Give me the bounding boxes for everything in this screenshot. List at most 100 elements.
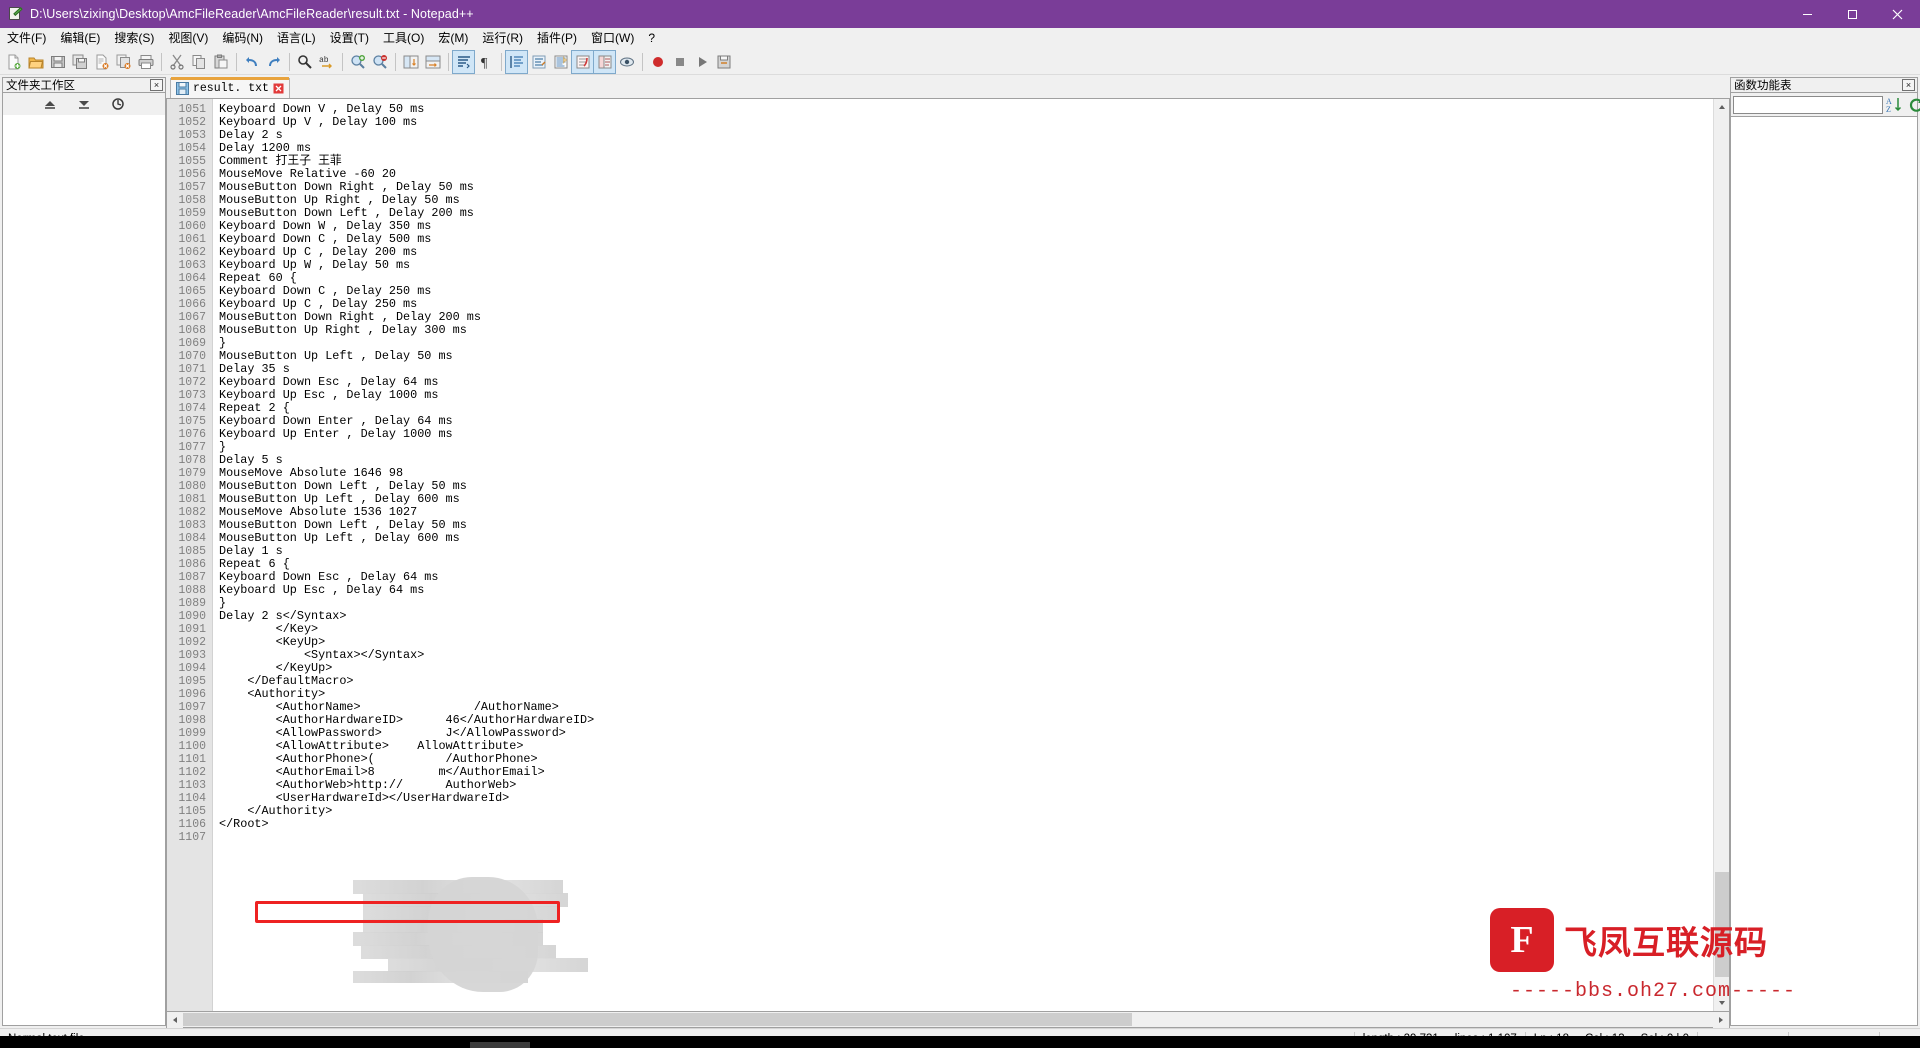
macro-stop-icon[interactable]: [669, 51, 690, 73]
menu-encoding[interactable]: 编码(N): [215, 29, 270, 48]
code-line: <Syntax></Syntax>: [219, 648, 425, 662]
scroll-right-arrow-icon[interactable]: [1713, 1012, 1729, 1028]
code-line: Keyboard Down V , Delay 50 ms: [219, 102, 425, 116]
redo-icon[interactable]: [263, 51, 284, 73]
scroll-up-arrow-icon[interactable]: [1713, 99, 1729, 115]
separator-7: [501, 52, 502, 71]
macro-record-icon[interactable]: [647, 51, 668, 73]
close-file-icon[interactable]: [91, 51, 112, 73]
sync-vertical-scroll-icon[interactable]: [400, 51, 421, 73]
code-line: </DefaultMacro>: [219, 674, 354, 688]
folder-workspace-title: 文件夹工作区: [6, 80, 75, 92]
macro-save-icon[interactable]: [713, 51, 734, 73]
separator-8: [642, 52, 643, 71]
editor-vertical-scrollbar[interactable]: [1713, 99, 1729, 1011]
horizontal-scroll-track[interactable]: [183, 1012, 1713, 1027]
folder-workspace-tree[interactable]: [2, 115, 166, 1026]
minimize-button[interactable]: [1785, 0, 1830, 28]
horizontal-scroll-thumb[interactable]: [183, 1013, 1132, 1026]
close-all-icon[interactable]: [113, 51, 134, 73]
svg-text:¶: ¶: [481, 56, 488, 70]
user-defined-language-icon[interactable]: [528, 51, 549, 73]
line-number-gutter: 1051 1052 1053 1054 1055 1056 1057 1058 1059 1060…: [167, 99, 213, 1011]
line-number: 1069: [178, 337, 206, 350]
refresh-workspace-icon[interactable]: [109, 95, 127, 113]
save-icon[interactable]: [47, 51, 68, 73]
main-toolbar: ab ¶: [0, 49, 1920, 75]
monitoring-icon[interactable]: [616, 51, 637, 73]
folder-as-workspace-icon[interactable]: [593, 49, 616, 74]
save-all-icon[interactable]: [69, 51, 90, 73]
editor-frame: 1051 1052 1053 1054 1055 1056 1057 1058 1059 1060…: [166, 98, 1730, 1012]
window-title: D:\Users\zixing\Desktop\AmcFileReader\Am…: [30, 7, 474, 21]
menu-edit[interactable]: 编辑(E): [53, 29, 107, 48]
function-list-tree[interactable]: [1730, 117, 1918, 1026]
menu-view[interactable]: 视图(V): [161, 29, 215, 48]
tab-close-icon[interactable]: [273, 83, 285, 95]
undo-icon[interactable]: [241, 51, 262, 73]
reload-function-list-icon[interactable]: [1907, 95, 1920, 115]
function-list-close-icon[interactable]: ×: [1902, 79, 1915, 91]
line-number: 1098: [178, 714, 206, 727]
zoom-out-icon[interactable]: [369, 51, 390, 73]
function-list-search-input[interactable]: [1733, 95, 1883, 114]
line-number: 1103: [178, 779, 206, 792]
code-line: Keyboard Up Esc , Delay 1000 ms: [219, 388, 439, 402]
expand-all-icon[interactable]: [41, 95, 59, 113]
code-text[interactable]: Keyboard Down V , Delay 50 ms Keyboard Up…: [213, 99, 1713, 1011]
scroll-left-arrow-icon[interactable]: [167, 1012, 183, 1028]
cut-icon[interactable]: [166, 51, 187, 73]
paste-icon[interactable]: [210, 51, 231, 73]
separator-1: [161, 52, 162, 71]
line-number: 1065: [178, 285, 206, 298]
code-line: Keyboard Down Esc , Delay 64 ms: [219, 570, 439, 584]
close-button[interactable]: [1875, 0, 1920, 28]
tab-result-txt[interactable]: result. txt: [170, 77, 290, 98]
line-number: 1104: [178, 792, 206, 805]
menu-run[interactable]: 运行(R): [475, 29, 530, 48]
find-icon[interactable]: [294, 51, 315, 73]
show-indent-guide-icon[interactable]: [505, 49, 528, 74]
line-number: 1091: [178, 623, 206, 636]
line-number: 1089: [178, 597, 206, 610]
replace-icon[interactable]: ab: [316, 51, 337, 73]
copy-icon[interactable]: [188, 51, 209, 73]
document-map-icon[interactable]: [550, 51, 571, 73]
zoom-in-icon[interactable]: [347, 51, 368, 73]
scintilla-editor[interactable]: 1051 1052 1053 1054 1055 1056 1057 1058 1059 1060…: [167, 99, 1729, 1011]
vertical-scroll-thumb[interactable]: [1714, 871, 1729, 978]
vertical-scroll-track[interactable]: [1713, 115, 1729, 995]
line-number: 1054: [178, 142, 206, 155]
menu-settings[interactable]: 设置(T): [323, 29, 376, 48]
editor-horizontal-scrollbar[interactable]: [166, 1012, 1730, 1028]
sort-alphabetically-icon[interactable]: AZ: [1886, 95, 1904, 115]
function-list-icon[interactable]: [571, 49, 594, 74]
menu-plugins[interactable]: 插件(P): [530, 29, 584, 48]
line-number: 1082: [178, 506, 206, 519]
folder-workspace-close-icon[interactable]: ×: [150, 79, 163, 91]
menu-macro[interactable]: 宏(M): [431, 29, 475, 48]
code-line: MouseButton Down Left , Delay 200 ms: [219, 206, 474, 220]
menu-language[interactable]: 语言(L): [270, 29, 323, 48]
new-file-icon[interactable]: [3, 51, 24, 73]
code-line: Keyboard Down C , Delay 250 ms: [219, 284, 432, 298]
menu-window[interactable]: 窗口(W): [584, 29, 641, 48]
sync-horizontal-scroll-icon[interactable]: [422, 51, 443, 73]
menu-file[interactable]: 文件(F): [0, 29, 53, 48]
line-number: 1059: [178, 207, 206, 220]
line-number: 1105: [178, 805, 206, 818]
show-all-characters-icon[interactable]: ¶: [475, 51, 496, 73]
open-file-icon[interactable]: [25, 51, 46, 73]
print-icon[interactable]: [135, 51, 156, 73]
menu-tools[interactable]: 工具(O): [376, 29, 431, 48]
maximize-button[interactable]: [1830, 0, 1875, 28]
word-wrap-icon[interactable]: [452, 49, 475, 74]
macro-play-icon[interactable]: [691, 51, 712, 73]
menu-help[interactable]: ?: [641, 29, 662, 48]
line-number: 1067: [178, 311, 206, 324]
line-number: 1090: [178, 610, 206, 623]
notepadpp-window: D:\Users\zixing\Desktop\AmcFileReader\Am…: [0, 0, 1920, 1048]
menu-search[interactable]: 搜索(S): [107, 29, 161, 48]
collapse-all-icon[interactable]: [75, 95, 93, 113]
scroll-down-arrow-icon[interactable]: [1713, 995, 1729, 1011]
